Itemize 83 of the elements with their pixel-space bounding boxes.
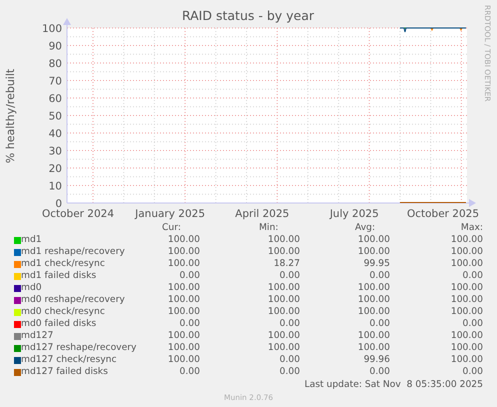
stat-value: 100.00 <box>450 306 483 318</box>
series-name: md1 failed disks <box>21 270 96 282</box>
y-tick-label: 90 <box>48 40 62 52</box>
stat-value: 100.00 <box>450 342 483 354</box>
stat-value: 100.00 <box>356 234 390 246</box>
column-header: Min: <box>258 222 280 234</box>
series-name: md0 reshape/recovery <box>21 294 125 306</box>
series-name: md1 check/resync <box>21 258 105 270</box>
stat-value: 0.00 <box>178 318 200 330</box>
stat-value: 100.00 <box>166 330 200 342</box>
y-tick-label: 50 <box>48 110 62 122</box>
stat-value: 99.96 <box>362 354 390 366</box>
series-name: md127 reshape/recovery <box>21 342 136 354</box>
stat-value: 100.00 <box>356 294 390 306</box>
series-name: md127 failed disks <box>21 366 108 378</box>
stat-value: 100.00 <box>266 234 300 246</box>
y-tick-label: 60 <box>48 93 62 105</box>
y-tick-label: 30 <box>48 146 62 158</box>
series-name: md0 <box>21 282 42 294</box>
stat-value: 0.00 <box>278 366 300 378</box>
stat-value: 100.00 <box>450 258 483 270</box>
column-header: Max: <box>460 222 483 234</box>
series-name: md127 check/resync <box>21 354 117 366</box>
stat-value: 100.00 <box>166 258 200 270</box>
stat-value: 18.27 <box>272 258 300 270</box>
stat-value: 100.00 <box>266 246 300 258</box>
stat-value: 100.00 <box>266 330 300 342</box>
stat-value: 0.00 <box>368 270 390 282</box>
stat-value: 0.00 <box>278 318 300 330</box>
y-tick-label: 20 <box>48 163 62 175</box>
x-tick-label: October 2025 <box>406 208 480 220</box>
column-header: Avg: <box>354 222 376 234</box>
stat-value: 100.00 <box>166 294 200 306</box>
y-tick-label: 70 <box>48 76 62 88</box>
y-tick-label: 0 <box>55 198 62 210</box>
series-name: md1 reshape/recovery <box>21 246 125 258</box>
series-name: md1 <box>21 234 42 246</box>
x-tick-label: January 2025 <box>135 208 206 220</box>
y-tick-label: 10 <box>48 180 62 192</box>
y-tick-label: 40 <box>48 128 62 140</box>
last-update-text: Last update: Sat Nov 8 05:35:00 2025 <box>304 378 483 391</box>
stat-value: 100.00 <box>450 282 483 294</box>
stat-value: 100.00 <box>166 282 200 294</box>
stat-value: 100.00 <box>166 354 200 366</box>
stat-value: 100.00 <box>356 330 390 342</box>
stat-value: 100.00 <box>356 282 390 294</box>
stat-value: 100.00 <box>450 294 483 306</box>
stat-value: 100.00 <box>450 246 483 258</box>
stat-value: 100.00 <box>450 234 483 246</box>
stat-value: 100.00 <box>356 306 390 318</box>
series-name: md127 <box>21 330 54 342</box>
stat-value: 100.00 <box>356 342 390 354</box>
column-header: Cur: <box>161 222 182 234</box>
stat-value: 100.00 <box>356 246 390 258</box>
stat-value: 0.00 <box>462 318 483 330</box>
stat-value: 0.00 <box>278 270 300 282</box>
series-name: md0 check/resync <box>21 306 105 318</box>
stat-value: 0.00 <box>368 318 390 330</box>
stat-value: 0.00 <box>462 366 483 378</box>
x-tick-label: July 2025 <box>330 208 379 220</box>
stat-value: 0.00 <box>178 270 200 282</box>
stat-value: 100.00 <box>166 234 200 246</box>
stat-value: 100.00 <box>166 306 200 318</box>
stat-value: 100.00 <box>166 342 200 354</box>
x-tick-label: October 2024 <box>42 208 114 220</box>
chart-title: RAID status - by year <box>182 8 314 23</box>
stat-value: 100.00 <box>266 294 300 306</box>
stat-value: 0.00 <box>278 354 300 366</box>
stat-value: 100.00 <box>266 282 300 294</box>
stat-value: 100.00 <box>166 246 200 258</box>
y-axis-label: % healthy/rebuilt <box>4 68 17 164</box>
stat-value: 0.00 <box>462 270 483 282</box>
y-tick-label: 80 <box>48 58 62 70</box>
stat-value: 0.00 <box>368 366 390 378</box>
stat-value: 99.95 <box>362 258 390 270</box>
series-name: md0 failed disks <box>21 318 96 330</box>
stat-value: 100.00 <box>450 330 483 342</box>
stat-value: 100.00 <box>266 306 300 318</box>
stat-value: 100.00 <box>266 342 300 354</box>
y-tick-label: 100 <box>42 23 62 35</box>
x-tick-label: April 2025 <box>235 208 290 220</box>
stat-value: 0.00 <box>178 366 200 378</box>
stat-value: 100.00 <box>450 354 483 366</box>
